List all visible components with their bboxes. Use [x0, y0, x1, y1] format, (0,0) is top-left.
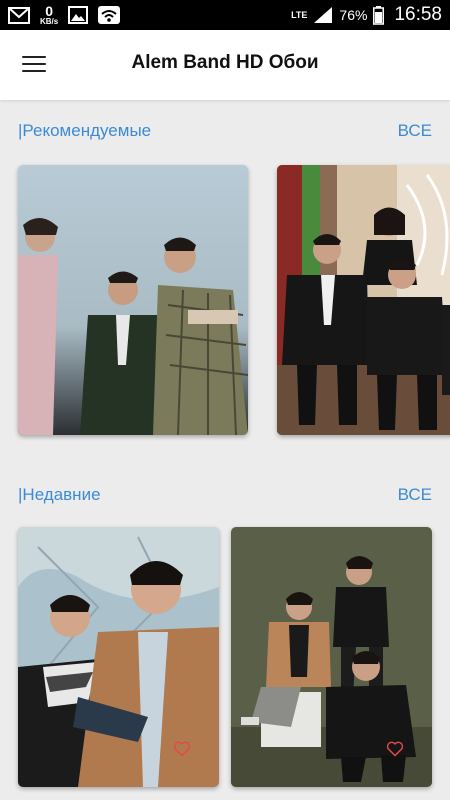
image-icon — [68, 6, 89, 24]
featured-wallpaper-card-2[interactable] — [277, 165, 450, 435]
featured-wallpaper-card-1[interactable] — [18, 165, 248, 435]
heart-icon[interactable] — [173, 741, 191, 757]
page-title: Alem Band HD Обои — [131, 52, 319, 73]
network-speed-unit: KB/s — [40, 17, 59, 26]
recent-wallpaper-card-1[interactable] — [18, 527, 219, 787]
see-all-featured-button[interactable]: ВСЕ — [398, 121, 432, 141]
heart-icon[interactable] — [386, 741, 404, 757]
battery-percent: 76% — [339, 7, 368, 23]
wallpaper-image — [18, 165, 248, 435]
battery-icon — [373, 5, 385, 25]
wallpaper-image — [277, 165, 450, 435]
see-all-recent-button[interactable]: ВСЕ — [398, 485, 432, 505]
network-type: LTE — [291, 9, 308, 20]
gmail-icon — [8, 6, 30, 24]
signal-icon — [314, 7, 333, 23]
app-bar: Alem Band HD Обои — [0, 30, 450, 100]
section-title-recent: |Недавние — [18, 485, 101, 504]
status-bar: 0 KB/s LTE 76% 16:58 — [0, 0, 450, 30]
network-speed: 0 KB/s — [40, 4, 58, 26]
section-title-featured: |Рекомендуемые — [18, 121, 152, 140]
clock: 16:58 — [394, 4, 442, 25]
recent-wallpaper-card-2[interactable] — [231, 527, 432, 787]
wifi-icon — [98, 6, 121, 24]
network-speed-value: 0 — [45, 3, 54, 19]
